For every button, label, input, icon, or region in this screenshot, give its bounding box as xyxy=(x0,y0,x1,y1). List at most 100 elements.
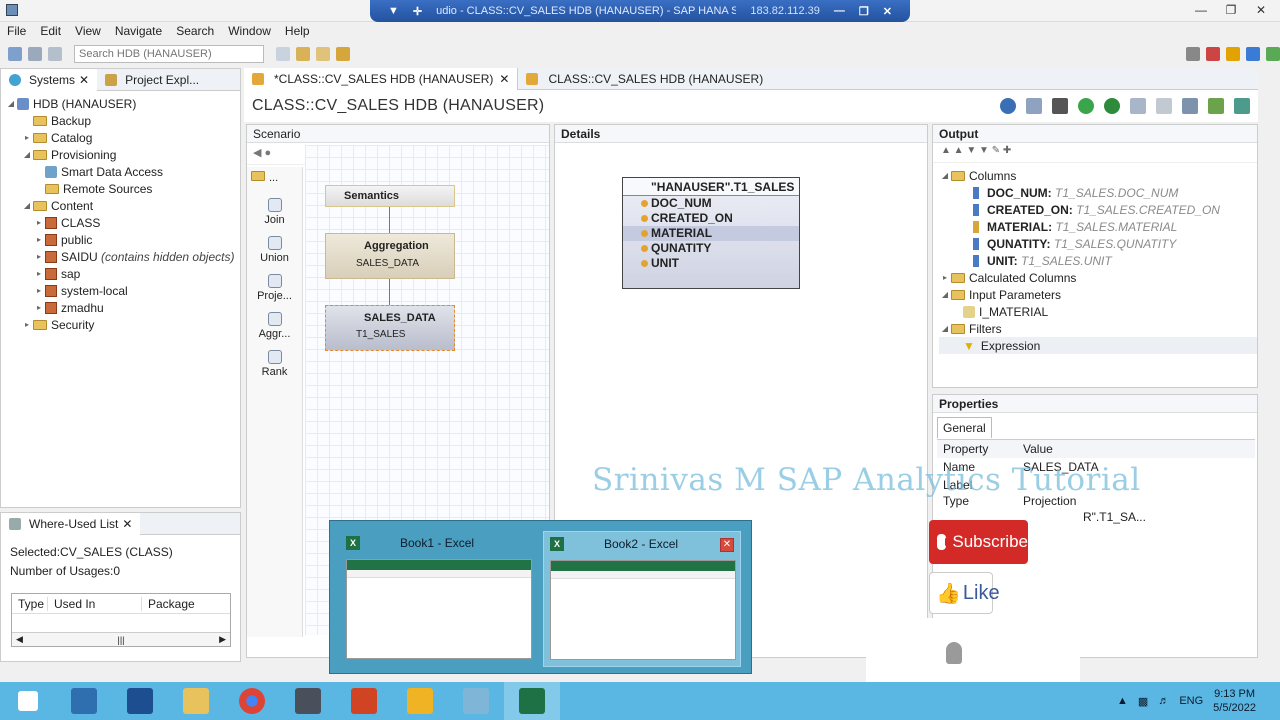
subscribe-button[interactable]: Subscribe xyxy=(929,520,1028,564)
perspective-dev-icon[interactable] xyxy=(1266,47,1280,61)
tree-item-sap[interactable]: ▸ sap xyxy=(5,265,240,282)
table-column[interactable]: UNIT xyxy=(623,256,799,271)
tree-item-content[interactable]: ◢ Content xyxy=(5,197,240,214)
rdp-restore-icon[interactable]: ❐ xyxy=(859,5,869,18)
tree-item-zmadhu[interactable]: ▸ zmadhu xyxy=(5,299,240,316)
node-semantics[interactable]: Semantics xyxy=(325,185,455,207)
volume-icon[interactable]: ♬ xyxy=(1158,695,1169,707)
perspective-debug-icon[interactable] xyxy=(1206,47,1220,61)
perspective-modeler-icon[interactable] xyxy=(1226,47,1240,61)
tree-input-parameters[interactable]: ◢ Input Parameters xyxy=(939,286,1257,303)
language-indicator[interactable]: ENG xyxy=(1179,695,1203,707)
prop-data-source-value[interactable]: R".T1_SA... xyxy=(1023,510,1146,524)
binoculars-icon[interactable] xyxy=(1052,98,1068,114)
tree-item-system-local[interactable]: ▸ system-local xyxy=(5,282,240,299)
col-used-in[interactable]: Used In xyxy=(48,596,142,611)
palette-join[interactable]: Join xyxy=(247,198,302,226)
tree-calculated-columns[interactable]: ▸ Calculated Columns xyxy=(939,269,1257,286)
undo-icon[interactable] xyxy=(336,47,350,61)
export-icon[interactable] xyxy=(1208,98,1224,114)
tree-item-remote-sources[interactable]: Remote Sources xyxy=(5,180,240,197)
chevron-down-icon[interactable]: ▼ xyxy=(388,5,399,17)
output-column[interactable]: DOC_NUM: T1_SALES.DOC_NUM xyxy=(939,184,1257,201)
col-type[interactable]: Type xyxy=(12,596,48,611)
taskbar-explorer[interactable] xyxy=(168,682,224,720)
table-column[interactable]: MATERIAL xyxy=(623,226,799,241)
taskbar-server-manager[interactable] xyxy=(56,682,112,720)
start-button[interactable] xyxy=(0,682,56,720)
new-icon[interactable] xyxy=(8,47,22,61)
menu-file[interactable]: File xyxy=(7,24,26,38)
output-column[interactable]: CREATED_ON: T1_SALES.CREATED_ON xyxy=(939,201,1257,218)
node-sales-data[interactable]: SALES_DATA T1_SALES xyxy=(325,305,455,351)
tab-cv-sales-dirty[interactable]: *CLASS::CV_SALES HDB (HANAUSER) ✕ xyxy=(244,67,519,90)
thumbnail-book2[interactable]: X Book2 - Excel ✕ xyxy=(543,531,741,667)
save-icon[interactable] xyxy=(28,47,42,61)
view-icon[interactable] xyxy=(1182,98,1198,114)
output-column[interactable]: QUNATITY: T1_SALES.QUNATITY xyxy=(939,235,1257,252)
menu-navigate[interactable]: Navigate xyxy=(115,24,162,38)
menu-window[interactable]: Window xyxy=(228,24,271,38)
taskbar-excel[interactable] xyxy=(504,682,560,720)
close-icon[interactable]: ✕ xyxy=(122,517,132,531)
table-column[interactable]: CREATED_ON xyxy=(623,211,799,226)
tray-arrow-icon[interactable]: ▲ xyxy=(1117,695,1128,707)
clock[interactable]: 9:13 PM 5/5/2022 xyxy=(1213,687,1256,715)
maximize-icon[interactable]: ❐ xyxy=(1218,1,1244,19)
rdp-close-icon[interactable]: ✕ xyxy=(883,5,892,18)
input-parameter-item[interactable]: I_MATERIAL xyxy=(939,303,1257,320)
save-all-icon[interactable] xyxy=(48,47,62,61)
minimize-icon[interactable]: — xyxy=(1188,1,1214,19)
globe-icon[interactable] xyxy=(1000,98,1016,114)
table-column[interactable]: QUNATITY xyxy=(623,241,799,256)
palette-union[interactable]: Union xyxy=(247,236,302,264)
taskbar-sap-logon[interactable] xyxy=(392,682,448,720)
find-icon[interactable] xyxy=(1186,47,1200,61)
tree-columns[interactable]: ◢ Columns xyxy=(939,167,1257,184)
run-icon[interactable] xyxy=(1104,98,1120,114)
palette-rank[interactable]: Rank xyxy=(247,350,302,378)
table-node-t1-sales[interactable]: "HANAUSER".T1_SALES DOC_NUM CREATED_ON M… xyxy=(622,177,800,289)
tree-item-saidu[interactable]: ▸ SAIDU (contains hidden objects) xyxy=(5,248,240,265)
close-icon[interactable]: ✕ xyxy=(720,538,734,552)
col-package[interactable]: Package xyxy=(142,597,230,611)
horizontal-scrollbar[interactable]: ◀ ||| ▶ xyxy=(12,632,230,646)
tree-item-smart-data-access[interactable]: Smart Data Access xyxy=(5,163,240,180)
tree-item-public[interactable]: ▸ public xyxy=(5,231,240,248)
copy-icon[interactable] xyxy=(1156,98,1172,114)
taskbar-hana-studio[interactable] xyxy=(448,682,504,720)
palette-projection[interactable]: Proje... xyxy=(247,274,302,302)
rdp-minimize-icon[interactable]: — xyxy=(834,5,845,17)
tab-project-explorer[interactable]: Project Expl... xyxy=(97,69,207,91)
tab-systems[interactable]: Systems ✕ xyxy=(1,68,98,91)
back-icon[interactable] xyxy=(296,47,310,61)
chart-icon[interactable] xyxy=(1026,98,1042,114)
close-icon[interactable]: ✕ xyxy=(1248,1,1274,19)
more-icon[interactable] xyxy=(1234,98,1250,114)
thumbnail-book1[interactable]: X Book1 - Excel xyxy=(340,531,538,667)
taskbar-powerpoint[interactable] xyxy=(336,682,392,720)
layout-icon[interactable] xyxy=(1130,98,1146,114)
bell-icon[interactable] xyxy=(946,642,962,664)
pin-icon[interactable]: ✛ xyxy=(413,5,422,18)
close-icon[interactable]: ✕ xyxy=(499,72,509,86)
tree-item-hdb[interactable]: ◢ HDB (HANAUSER) xyxy=(5,95,240,112)
taskbar-chrome[interactable] xyxy=(224,682,280,720)
tree-item-security[interactable]: ▸ Security xyxy=(5,316,240,333)
tab-where-used[interactable]: Where-Used List ✕ xyxy=(1,512,141,535)
taskbar-sap-gui[interactable] xyxy=(280,682,336,720)
tree-filters[interactable]: ◢ Filters xyxy=(939,320,1257,337)
search-input[interactable] xyxy=(74,45,264,63)
forward-icon[interactable] xyxy=(316,47,330,61)
menu-edit[interactable]: Edit xyxy=(40,24,61,38)
tree-item-backup[interactable]: Backup xyxy=(5,112,240,129)
tree-item-catalog[interactable]: ▸ Catalog xyxy=(5,129,240,146)
menu-help[interactable]: Help xyxy=(285,24,310,38)
like-button[interactable]: 👍 Like xyxy=(929,572,1000,614)
palette-aggregation[interactable]: Aggr... xyxy=(247,312,302,340)
output-column[interactable]: UNIT: T1_SALES.UNIT xyxy=(939,252,1257,269)
tab-general[interactable]: General xyxy=(937,417,992,438)
menu-search[interactable]: Search xyxy=(176,24,214,38)
node-aggregation[interactable]: Aggregation SALES_DATA xyxy=(325,233,455,279)
output-column[interactable]: MATERIAL: T1_SALES.MATERIAL xyxy=(939,218,1257,235)
